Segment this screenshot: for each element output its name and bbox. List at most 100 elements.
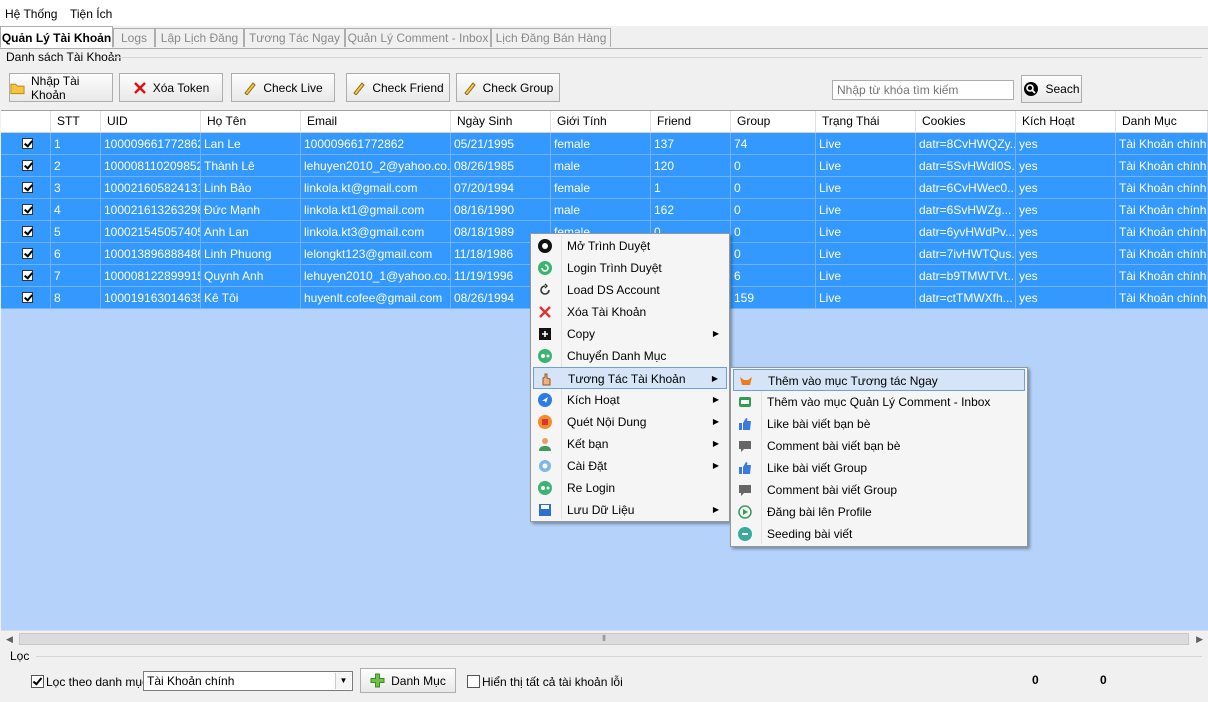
row-checkbox[interactable] [22, 138, 33, 149]
table-cell: datr=7ivHWTQus... [916, 243, 1016, 265]
table-cell: 137 [651, 133, 731, 155]
column-header[interactable]: Kích Hoạt [1016, 111, 1116, 132]
context-menu-item[interactable]: Kết bạn ▶ [533, 433, 727, 455]
row-checkbox-cell[interactable] [1, 155, 51, 177]
column-header[interactable]: Ngày Sinh [451, 111, 551, 132]
row-checkbox-cell[interactable] [1, 265, 51, 287]
tab-logs[interactable]: Logs [113, 28, 155, 47]
check-friend-button[interactable]: Check Friend [346, 73, 450, 102]
search-input[interactable] [832, 80, 1014, 100]
tab-lap-lich-dang[interactable]: Lập Lịch Đăng [155, 28, 244, 47]
table-cell: 6 [731, 265, 816, 287]
table-cell: 0 [731, 221, 816, 243]
column-header-checkbox[interactable] [1, 111, 51, 132]
table-cell: 0 [731, 177, 816, 199]
row-checkbox[interactable] [22, 182, 33, 193]
column-header[interactable]: Họ Tên [201, 111, 301, 132]
submenu-item-label: Thêm vào mục Tương tác Ngay [768, 374, 938, 388]
tab-lich-dang-ban-hang[interactable]: Lịch Đăng Bán Hàng [491, 28, 611, 47]
table-cell: yes [1016, 155, 1116, 177]
context-menu-item[interactable]: Quét Nội Dung ▶ [533, 411, 727, 433]
column-header[interactable]: Friend [651, 111, 731, 132]
context-menu-item[interactable]: Copy ▶ [533, 323, 727, 345]
group-title: Danh sách Tài Khoản [6, 50, 122, 64]
column-header[interactable]: UID [101, 111, 201, 132]
submenu-item[interactable]: Like bài viết Group [733, 457, 1025, 479]
filter-group-label: Lọc [10, 649, 30, 663]
context-menu-item[interactable]: Mở Trình Duyệt [533, 235, 727, 257]
column-header[interactable]: Group [731, 111, 816, 132]
search-button[interactable]: Seach [1021, 75, 1082, 103]
column-header[interactable]: Danh Mục [1116, 111, 1208, 132]
context-menu-item[interactable]: Tương Tác Tài Khoản ▶ [533, 367, 727, 389]
table-cell: 100021613263298 [101, 199, 201, 221]
table-cell: 1 [651, 177, 731, 199]
table-row[interactable]: 3 100021605824131 Linh Bảo linkola.kt@gmail… [1, 177, 1208, 199]
table-cell: yes [1016, 265, 1116, 287]
count-left: 0 [1032, 673, 1039, 687]
submenu-item[interactable]: Thêm vào mục Tương tác Ngay [733, 369, 1025, 391]
scroll-right-icon[interactable]: ▶ [1196, 634, 1203, 645]
context-menu-item[interactable]: Xóa Tài Khoản [533, 301, 727, 323]
show-error-accounts-checkbox[interactable] [467, 675, 480, 688]
table-row[interactable]: 2 100008110209852 Thành Lê lehuyen2010_2@ya… [1, 155, 1208, 177]
context-menu-item[interactable]: Cài Đặt ▶ [533, 455, 727, 477]
table-cell: Lan Le [201, 133, 301, 155]
import-accounts-button[interactable]: Nhập Tài Khoản [9, 73, 113, 102]
context-menu-item[interactable]: Kích Hoạt ▶ [533, 389, 727, 411]
row-checkbox[interactable] [22, 226, 33, 237]
scroll-left-icon[interactable]: ◀ [6, 634, 13, 645]
row-checkbox-cell[interactable] [1, 199, 51, 221]
table-row[interactable]: 1 100009661772862 Lan Le 100009661772862 05/… [1, 133, 1208, 155]
context-menu-item[interactable]: Lưu Dữ Liệu ▶ [533, 499, 727, 521]
context-menu-item[interactable]: Chuyển Danh Mục [533, 345, 727, 367]
table-cell: yes [1016, 133, 1116, 155]
submenu-item[interactable]: Comment bài viết bạn bè [733, 435, 1025, 457]
tab-quan-ly-tai-khoan[interactable]: Quản Lý Tài Khoản [0, 26, 113, 48]
submenu-item[interactable]: Seeding bài viết [733, 523, 1025, 545]
submenu-item-label: Like bài viết Group [767, 461, 868, 475]
category-select[interactable]: Tài Khoản chính ▼ [143, 671, 353, 691]
row-checkbox[interactable] [22, 204, 33, 215]
column-header[interactable]: Giới Tính [551, 111, 651, 132]
column-header[interactable]: Cookies [916, 111, 1016, 132]
row-checkbox[interactable] [22, 248, 33, 259]
settings-icon [539, 460, 551, 472]
table-cell: Live [816, 265, 916, 287]
context-menu-item[interactable]: Load DS Account [533, 279, 727, 301]
category-button[interactable]: Danh Mục [360, 668, 456, 693]
context-menu-item[interactable]: Login Trình Duyệt [533, 257, 727, 279]
pencil-icon [353, 81, 365, 95]
context-menu-item[interactable]: Re Login [533, 477, 727, 499]
column-header[interactable]: STT [51, 111, 101, 132]
filter-by-category-checkbox[interactable] [31, 675, 44, 688]
row-checkbox[interactable] [22, 160, 33, 171]
tab-quan-ly-comment-inbox[interactable]: Quản Lý Comment - Inbox [345, 28, 491, 47]
row-checkbox-cell[interactable] [1, 133, 51, 155]
horizontal-scrollbar[interactable]: ◀ ⦀ ▶ [1, 630, 1208, 647]
scroll-thumb[interactable]: ⦀ [19, 633, 1189, 645]
submenu-item[interactable]: Thêm vào mục Quản Lý Comment - Inbox [733, 391, 1025, 413]
context-menu-item-label: Kết bạn [567, 437, 609, 451]
submenu-item[interactable]: Đăng bài lên Profile [733, 501, 1025, 523]
submenu-item[interactable]: Like bài viết bạn bè [733, 413, 1025, 435]
row-checkbox-cell[interactable] [1, 287, 51, 309]
row-checkbox-cell[interactable] [1, 243, 51, 265]
check-live-button[interactable]: Check Live [231, 73, 335, 102]
submenu-item[interactable]: Comment bài viết Group [733, 479, 1025, 501]
filter-by-category-label: Lọc theo danh mục [46, 675, 149, 689]
row-checkbox[interactable] [22, 270, 33, 281]
row-checkbox-cell[interactable] [1, 177, 51, 199]
menu-tien-ich[interactable]: Tiện Ích [70, 7, 112, 21]
column-header[interactable]: Trạng Thái [816, 111, 916, 132]
delete-token-button[interactable]: Xóa Token [119, 73, 223, 102]
row-checkbox[interactable] [22, 292, 33, 303]
row-checkbox-cell[interactable] [1, 221, 51, 243]
table-row[interactable]: 4 100021613263298 Đức Mạnh linkola.kt1@gmai… [1, 199, 1208, 221]
tab-tuong-tac-ngay[interactable]: Tương Tác Ngay [244, 28, 345, 47]
chevron-down-icon[interactable]: ▼ [335, 673, 351, 689]
column-header[interactable]: Email [301, 111, 451, 132]
table-cell: Kê Tôi [201, 287, 301, 309]
check-group-button[interactable]: Check Group [456, 73, 560, 102]
menu-he-thong[interactable]: Hệ Thống [5, 7, 57, 21]
